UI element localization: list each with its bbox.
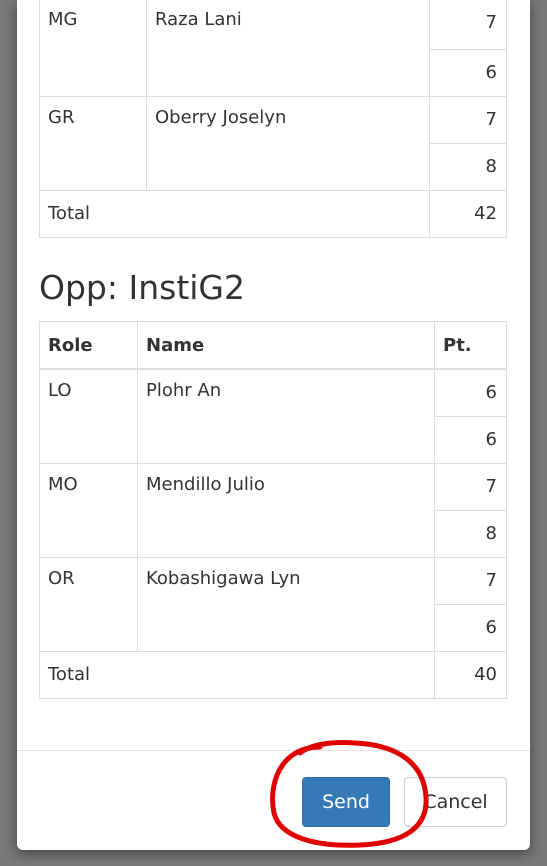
table-row: LO Plohr An 6 — [39, 368, 507, 464]
role-cell: MO — [39, 463, 138, 558]
points-cell: 6 — [434, 368, 507, 417]
name-cell: Mendillo Julio — [137, 463, 435, 558]
opponent-title: Opp: InstiG2 — [39, 268, 245, 307]
name-cell: Kobashigawa Lyn — [137, 557, 435, 652]
modal-dialog: MG Raza Lani 7 6 GR Oberry Joselyn 7 8 T… — [17, 0, 530, 850]
name-header: Name — [137, 321, 435, 370]
points-cell: 6 — [434, 604, 507, 652]
table-row: GR Oberry Joselyn 7 — [39, 96, 507, 191]
points-header: Pt. — [434, 321, 507, 370]
name-cell: Plohr An — [137, 368, 435, 464]
table-row: MO Mendillo Julio 7 — [39, 463, 507, 558]
total-value: 40 — [434, 651, 507, 699]
table-row: MG Raza Lani 7 — [39, 0, 507, 97]
team1-table: MG Raza Lani 7 6 GR Oberry Joselyn 7 8 T… — [39, 0, 507, 238]
points-cell: 6 — [429, 49, 507, 97]
role-cell: GR — [39, 96, 147, 191]
total-value: 42 — [429, 190, 507, 238]
points-cell: 7 — [429, 96, 507, 144]
points-cell: 6 — [434, 416, 507, 464]
points-cell: 7 — [434, 557, 507, 605]
total-label: Total — [39, 651, 435, 699]
role-header: Role — [39, 321, 138, 370]
table-row: OR Kobashigawa Lyn 7 — [39, 557, 507, 652]
points-cell: 7 — [429, 0, 507, 50]
total-label: Total — [39, 190, 430, 238]
total-row: Total 42 — [39, 190, 507, 238]
role-cell: OR — [39, 557, 138, 652]
role-cell: LO — [39, 368, 138, 464]
name-cell: Raza Lani — [146, 0, 430, 97]
points-cell: 8 — [429, 143, 507, 191]
points-cell: 7 — [434, 463, 507, 511]
role-cell: MG — [39, 0, 147, 97]
send-button[interactable]: Send — [302, 777, 390, 827]
modal-footer: Send Cancel — [17, 750, 530, 850]
points-cell: 8 — [434, 510, 507, 558]
team2-table: Role Name Pt. LO Plohr An 6 6 MO Mendill… — [39, 321, 507, 699]
total-row: Total 40 — [39, 651, 507, 699]
name-cell: Oberry Joselyn — [146, 96, 430, 191]
table-header-row: Role Name Pt. — [39, 321, 507, 370]
cancel-button[interactable]: Cancel — [404, 777, 507, 827]
